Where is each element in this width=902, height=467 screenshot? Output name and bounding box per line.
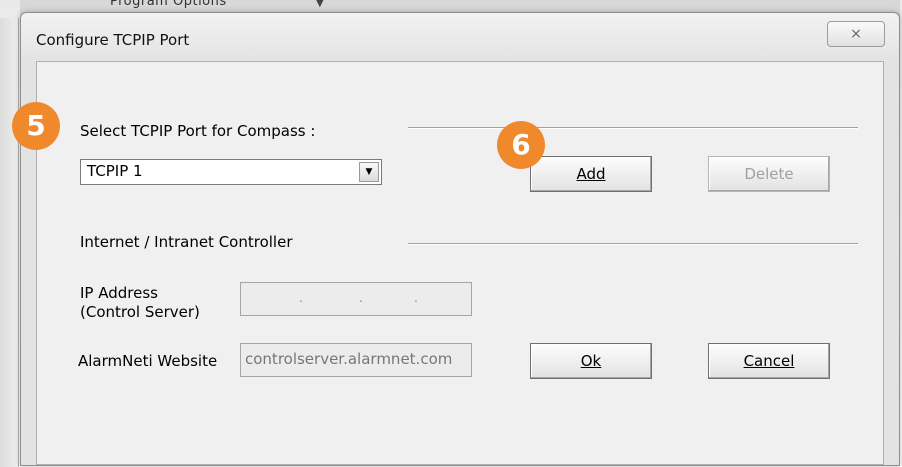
close-icon: × [850, 26, 862, 42]
ip-octet-separator: . [359, 291, 363, 305]
tcpip-port-select[interactable]: TCPIP 1 ▼ [80, 159, 382, 185]
section-divider [408, 127, 858, 129]
dialog-titlebar: Configure TCPIP Port × [21, 13, 899, 59]
ok-button[interactable]: Ok [530, 343, 652, 379]
website-field[interactable]: controlserver.alarmnet.com [240, 343, 472, 377]
background-window-edge [0, 18, 19, 467]
dialog-client-area: Select TCPIP Port for Compass : TCPIP 1 … [36, 61, 884, 465]
chevron-down-icon: ▼ [316, 0, 324, 9]
chevron-down-icon[interactable]: ▼ [359, 162, 379, 182]
ip-address-label-line2: (Control Server) [80, 303, 200, 321]
delete-button[interactable]: Delete [708, 156, 830, 192]
website-label: AlarmNeti Website [78, 352, 218, 370]
background-window-text: Program Options [110, 0, 227, 9]
website-field-value: controlserver.alarmnet.com [245, 350, 453, 368]
step-6-badge: 6 [497, 121, 545, 169]
tcpip-port-select-value: TCPIP 1 [87, 162, 143, 180]
add-button[interactable]: Add [530, 156, 652, 192]
ip-address-label: IP Address (Control Server) [80, 284, 200, 322]
section-divider [408, 243, 858, 245]
delete-button-label: Delete [744, 165, 794, 183]
select-port-label: Select TCPIP Port for Compass : [80, 122, 316, 140]
close-button[interactable]: × [827, 21, 885, 47]
ip-octet-separator: . [414, 291, 418, 305]
ip-address-label-line1: IP Address [80, 284, 158, 302]
cancel-button[interactable]: Cancel [708, 343, 830, 379]
ip-address-field[interactable]: . . . [240, 282, 472, 316]
ip-octet-separator: . [299, 291, 303, 305]
cancel-button-label: Cancel [743, 352, 795, 370]
dialog-title: Configure TCPIP Port [36, 31, 190, 49]
configure-tcpip-port-dialog: Configure TCPIP Port × Select TCPIP Port… [20, 12, 900, 466]
step-5-badge: 5 [12, 102, 60, 150]
add-button-label: Add [576, 165, 606, 183]
controller-section-label: Internet / Intranet Controller [80, 233, 293, 251]
ok-button-label: Ok [580, 352, 602, 370]
